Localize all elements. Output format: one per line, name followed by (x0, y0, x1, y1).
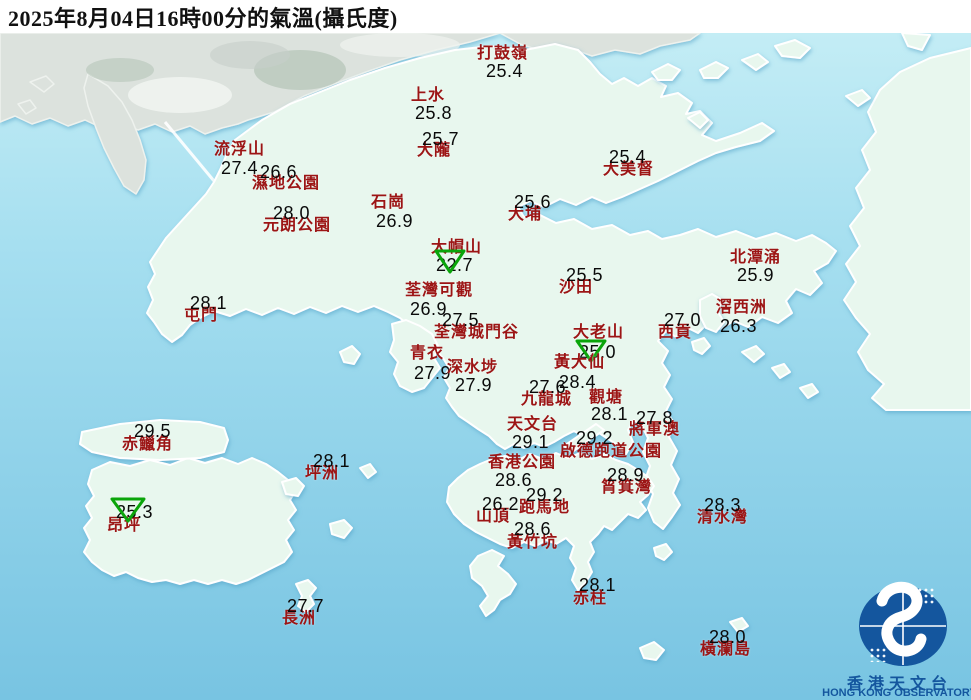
map-title: 2025年8月04日16時00分的氣溫(攝氏度) (0, 1, 398, 33)
land-lantau-island (84, 458, 296, 584)
hko-logo-captions: 香港天文台 HONG KONG OBSERVATORY (828, 580, 971, 700)
titlebar: 2025年8月04日16時00分的氣溫(攝氏度) (0, 0, 971, 33)
hong-kong-map (0, 0, 971, 700)
temperature-map-page: 2025年8月04日16時00分的氣溫(攝氏度) 打鼓嶺25.4上水25.8大隴… (0, 0, 971, 700)
hko-logo-name-english: HONG KONG OBSERVATORY (814, 687, 971, 699)
